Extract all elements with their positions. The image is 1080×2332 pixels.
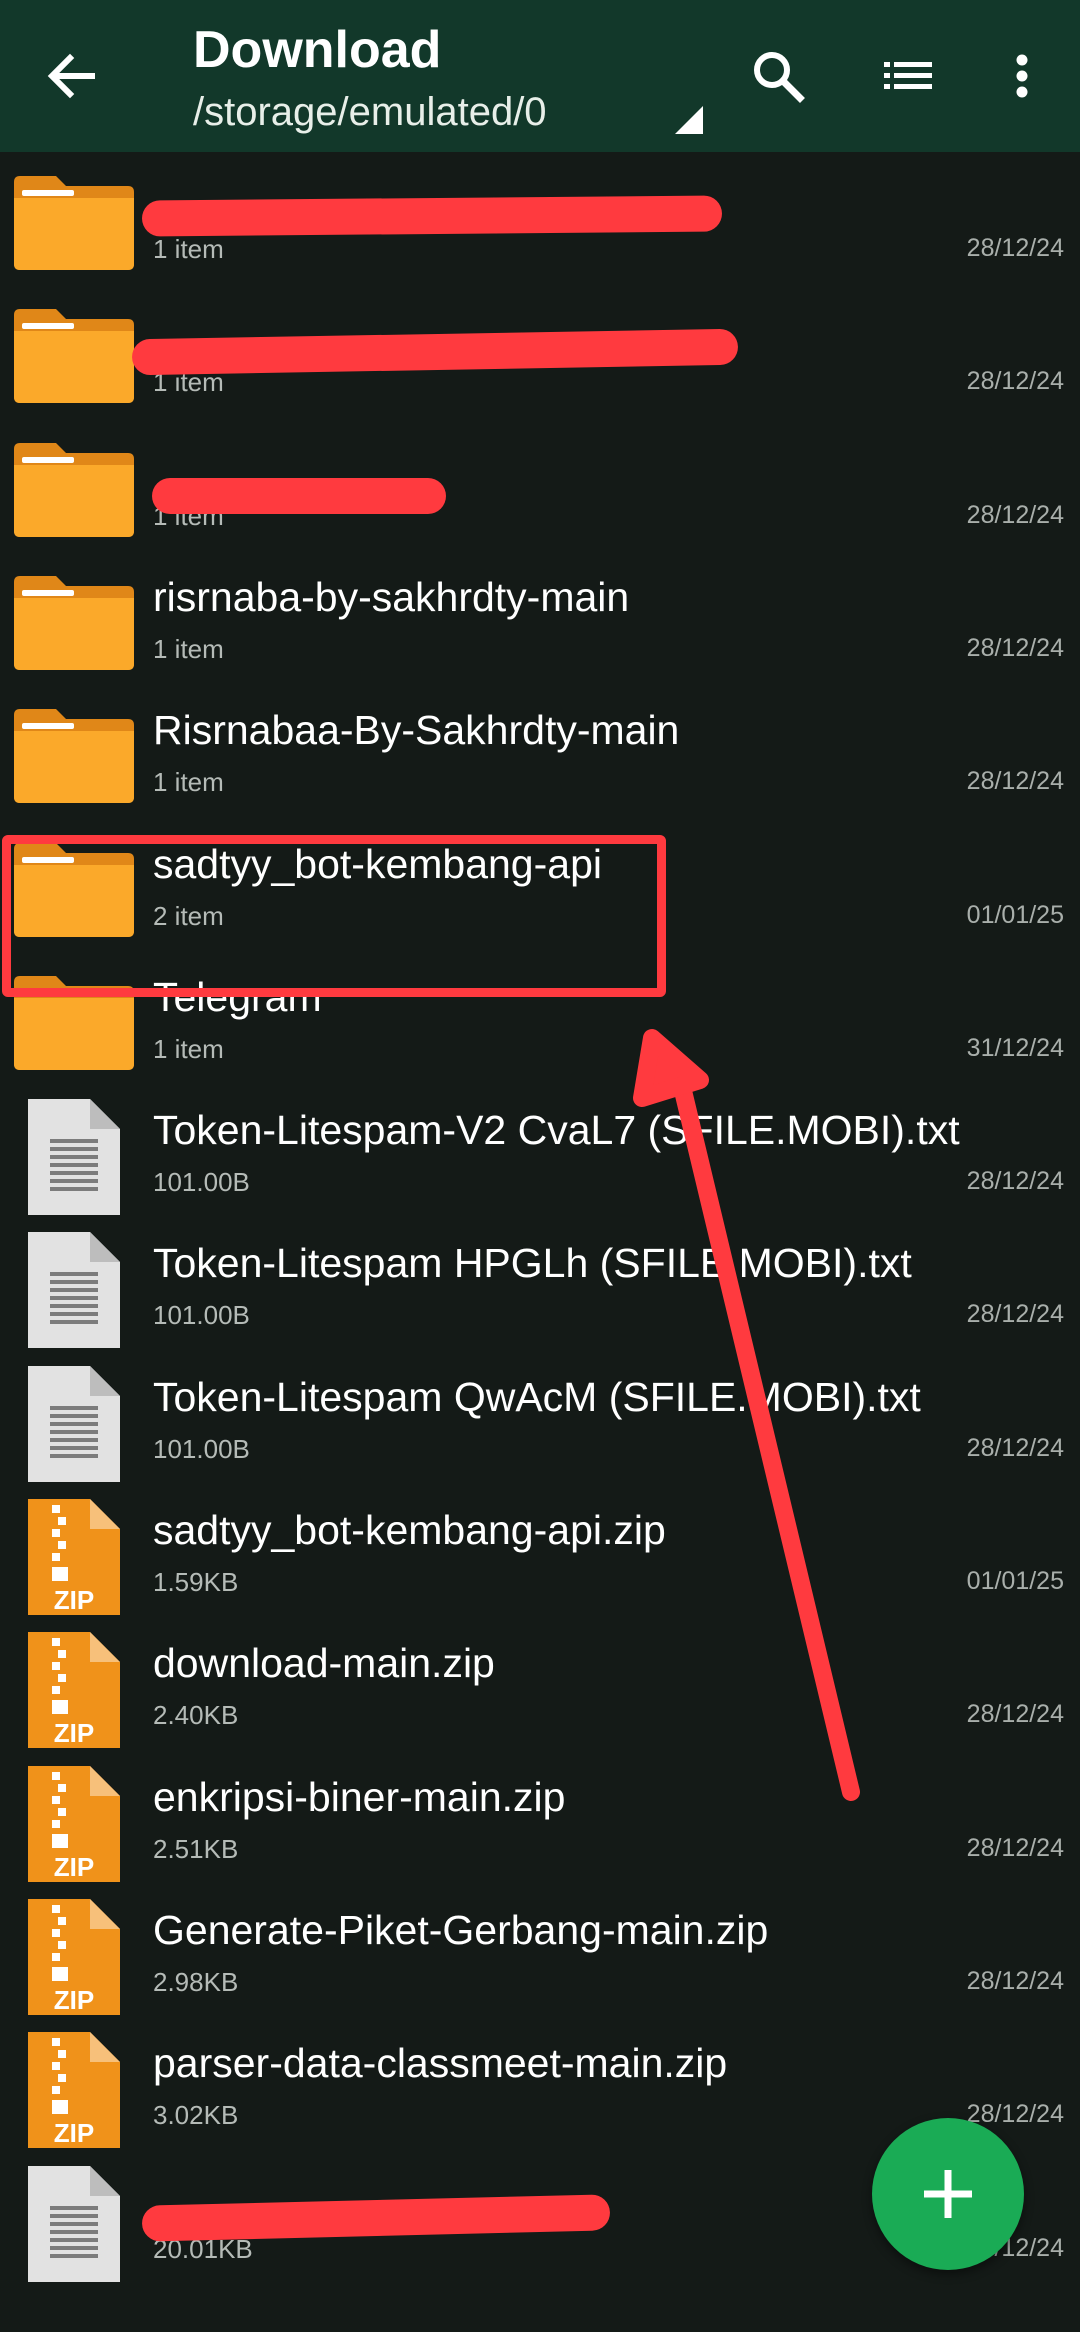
folder-icon bbox=[12, 305, 136, 405]
file-row[interactable]: ZIP download-main.zip 2.40KB 28/12/24 bbox=[0, 1618, 1080, 1751]
file-name: Token-Litespam HPGLh (SFILE.MOBI).txt bbox=[153, 1240, 912, 1287]
file-name: Token-Litespam-V2 CvaL7 (SFILE.MOBI).txt bbox=[153, 1107, 960, 1154]
file-size: 3.02KB bbox=[153, 2100, 239, 2131]
svg-text:ZIP: ZIP bbox=[54, 1718, 94, 1748]
item-count: 1 item bbox=[153, 767, 224, 798]
folder-icon bbox=[12, 439, 136, 539]
modified-date: 28/12/24 bbox=[966, 234, 1064, 262]
modified-date: 28/12/24 bbox=[966, 1833, 1064, 1862]
file-size: 101.00B bbox=[153, 1433, 250, 1464]
file-name: risrnaba-by-sakhrdty-main bbox=[153, 573, 630, 620]
modified-date: 28/12/24 bbox=[966, 1167, 1064, 1196]
text-file-icon bbox=[26, 1230, 122, 1350]
folder-icon bbox=[12, 172, 136, 272]
modified-date: 28/12/24 bbox=[966, 767, 1064, 796]
back-arrow-icon[interactable] bbox=[36, 40, 108, 112]
file-name: sadtyy_bot-kembang-api.zip bbox=[153, 1507, 666, 1553]
top-app-bar: Download /storage/emulated/0 bbox=[0, 0, 1080, 152]
file-size: 101.00B bbox=[153, 1167, 250, 1198]
text-file-icon bbox=[26, 1364, 122, 1484]
zip-file-icon: ZIP bbox=[26, 2030, 122, 2150]
file-size: 101.00B bbox=[153, 1300, 250, 1331]
svg-text:ZIP: ZIP bbox=[54, 2118, 94, 2148]
svg-text:ZIP: ZIP bbox=[54, 1585, 94, 1615]
modified-date: 28/12/24 bbox=[966, 1700, 1064, 1729]
modified-date: 01/01/25 bbox=[966, 1567, 1064, 1595]
text-file-icon bbox=[26, 2164, 122, 2284]
highlight-box bbox=[2, 835, 666, 997]
svg-text:ZIP: ZIP bbox=[54, 1852, 94, 1882]
folder-row[interactable]: Risrnabaa-By-Sakhrdty-main 1 item 28/12/24 bbox=[0, 685, 1080, 818]
modified-date: 31/12/24 bbox=[966, 1033, 1064, 1062]
modified-date: 28/12/24 bbox=[966, 1300, 1064, 1329]
folder-icon bbox=[12, 572, 136, 672]
file-name: parser-data-classmeet-main.zip bbox=[153, 2040, 728, 2087]
modified-date: 28/12/24 bbox=[966, 1966, 1064, 1995]
text-file-icon bbox=[26, 1097, 122, 1217]
zip-file-icon: ZIP bbox=[26, 1764, 122, 1884]
page-title: Download bbox=[193, 21, 442, 79]
item-count: 1 item bbox=[153, 1033, 224, 1064]
file-name: enkripsi-biner-main.zip bbox=[153, 1773, 566, 1820]
file-size: 2.51KB bbox=[153, 1833, 239, 1864]
dropdown-caret-icon bbox=[675, 106, 703, 134]
file-row[interactable]: ZIP Generate-Piket-Gerbang-main.zip 2.98KB… bbox=[0, 1885, 1080, 2018]
file-manager-screen: Download /storage/emulated/0 1 item 28/1… bbox=[0, 0, 1080, 2332]
item-count: 1 item bbox=[153, 633, 224, 664]
modified-date: 01/01/25 bbox=[966, 900, 1064, 929]
modified-date: 28/12/24 bbox=[966, 367, 1064, 396]
file-name: Generate-Piket-Gerbang-main.zip bbox=[153, 1906, 769, 1953]
folder-icon bbox=[12, 705, 136, 805]
file-size: 1.59KB bbox=[153, 1567, 239, 1597]
redaction-mark bbox=[152, 478, 446, 514]
file-row[interactable]: Token-Litespam-V2 CvaL7 (SFILE.MOBI).txt… bbox=[0, 1085, 1080, 1218]
svg-text:ZIP: ZIP bbox=[54, 1985, 94, 2015]
file-row[interactable]: Token-Litespam HPGLh (SFILE.MOBI).txt 101… bbox=[0, 1218, 1080, 1351]
zip-file-icon: ZIP bbox=[26, 1897, 122, 2017]
file-row[interactable]: Token-Litespam QwAcM (SFILE.MOBI).txt 101… bbox=[0, 1352, 1080, 1485]
modified-date: 28/12/24 bbox=[966, 633, 1064, 662]
zip-file-icon: ZIP bbox=[26, 1630, 122, 1750]
path-dropdown[interactable]: /storage/emulated/0 bbox=[193, 90, 713, 140]
item-count: 1 item bbox=[153, 234, 224, 264]
search-icon[interactable] bbox=[742, 40, 814, 112]
modified-date: 28/12/24 bbox=[966, 1433, 1064, 1462]
add-fab-button[interactable] bbox=[872, 2118, 1024, 2270]
redaction-mark bbox=[141, 195, 723, 237]
file-row[interactable]: ZIP sadtyy_bot-kembang-api.zip 1.59KB 01/01… bbox=[0, 1485, 1080, 1618]
zip-file-icon: ZIP bbox=[26, 1497, 122, 1617]
file-row[interactable]: ZIP enkripsi-biner-main.zip 2.51KB 28/12/24 bbox=[0, 1752, 1080, 1885]
plus-icon bbox=[924, 2170, 972, 2218]
file-name: download-main.zip bbox=[153, 1640, 495, 1687]
folder-row[interactable]: risrnaba-by-sakhrdty-main 1 item 28/12/24 bbox=[0, 552, 1080, 685]
file-size: 2.40KB bbox=[153, 1700, 239, 1731]
file-size: 2.98KB bbox=[153, 1966, 239, 1997]
file-name: Risrnabaa-By-Sakhrdty-main bbox=[153, 707, 680, 754]
path-label: /storage/emulated/0 bbox=[193, 90, 547, 134]
modified-date: 28/12/24 bbox=[966, 500, 1064, 529]
list-view-icon[interactable] bbox=[872, 40, 944, 112]
file-name: Token-Litespam QwAcM (SFILE.MOBI).txt bbox=[153, 1373, 921, 1420]
more-vert-icon[interactable] bbox=[986, 40, 1058, 112]
